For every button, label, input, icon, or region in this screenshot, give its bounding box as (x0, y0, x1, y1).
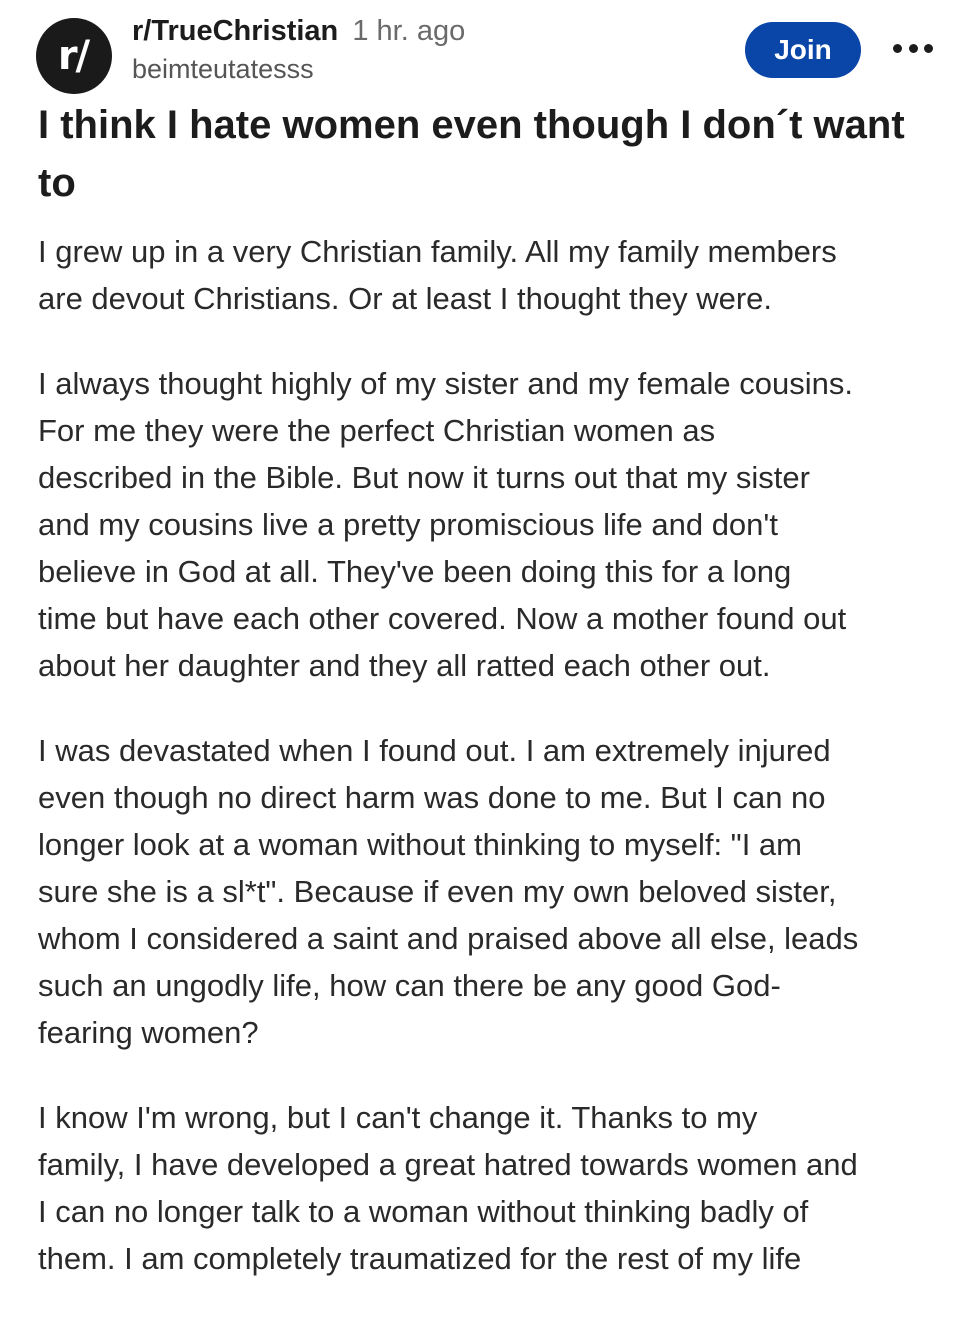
post-meta: r/TrueChristian 1 hr. ago beimteutatesss (132, 14, 465, 86)
join-button[interactable]: Join (745, 22, 861, 78)
post-paragraph: I always thought highly of my sister and… (38, 366, 853, 683)
more-horizontal-icon[interactable] (893, 42, 933, 54)
author-username[interactable]: beimteutatesss (132, 52, 465, 86)
post-paragraph: I was devastated when I found out. I am … (38, 733, 859, 1050)
post-header: r/ r/TrueChristian 1 hr. ago beimteutate… (0, 0, 971, 100)
post-paragraph: I grew up in a very Christian family. Al… (38, 234, 837, 316)
subreddit-avatar-text: r/ (57, 33, 90, 79)
more-dot (908, 43, 918, 53)
more-dot (893, 43, 902, 53)
post-meta-line: r/TrueChristian 1 hr. ago (132, 14, 465, 48)
post-title: I think I hate women even though I don´t… (38, 103, 905, 205)
subreddit-avatar[interactable]: r/ (36, 18, 112, 94)
post-time: 1 hr. ago (352, 15, 466, 47)
post-body: I grew up in a very Christian family. Al… (38, 228, 943, 1320)
post-paragraph: I know I'm wrong, but I can't change it.… (38, 1100, 858, 1276)
subreddit-link[interactable]: r/TrueChristian (132, 15, 338, 47)
more-dot (924, 43, 933, 53)
